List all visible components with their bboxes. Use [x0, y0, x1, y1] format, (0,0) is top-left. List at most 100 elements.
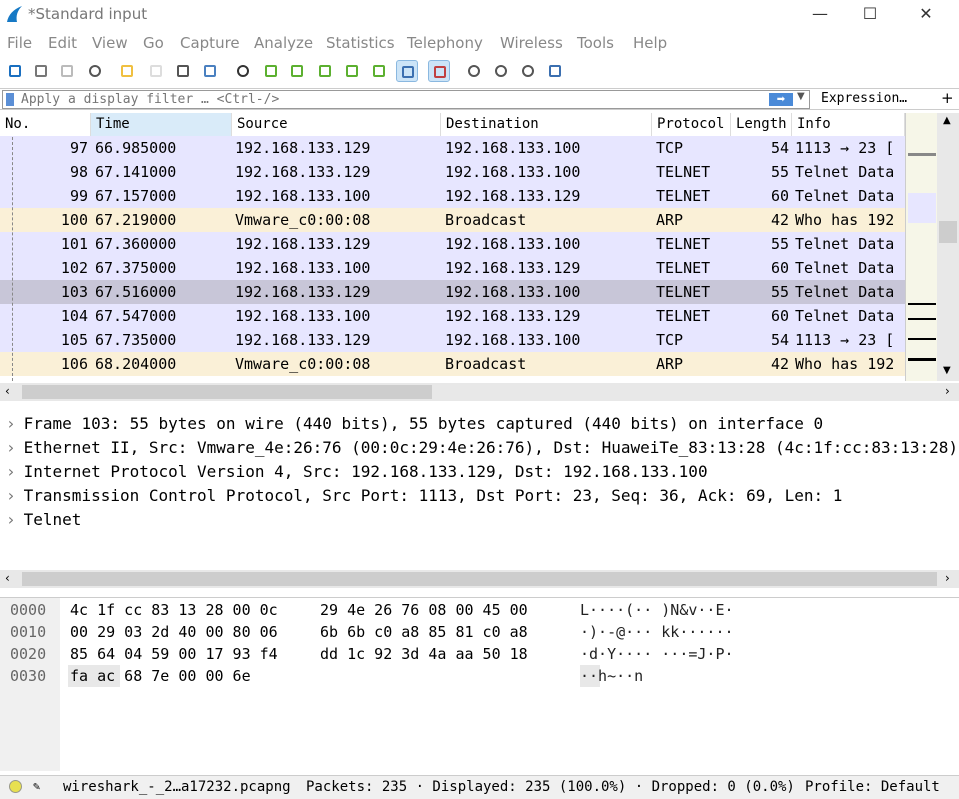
go-to-packet-icon[interactable]	[314, 60, 336, 82]
resize-columns-icon[interactable]	[544, 60, 566, 82]
column-header-protocol[interactable]: Protocol	[652, 113, 731, 136]
last-packet-icon[interactable]	[368, 60, 390, 82]
packet-row[interactable]: 101 67.360000 192.168.133.129 192.168.133.1…	[0, 232, 905, 256]
packet-time: 67.375000	[95, 259, 177, 277]
display-filter-input[interactable]	[21, 91, 761, 108]
menu-help[interactable]: Help	[633, 34, 667, 52]
scroll-down-icon[interactable]: ▼	[943, 365, 951, 376]
expand-chevron-icon[interactable]: ›	[6, 414, 16, 433]
column-header-info[interactable]: Info	[792, 113, 905, 136]
hex-bytes[interactable]: dd 1c 92 3d 4a aa 50 18	[320, 643, 528, 665]
scroll-up-icon[interactable]: ▲	[943, 115, 951, 126]
packet-dst: 192.168.133.100	[445, 283, 581, 301]
apply-filter-arrow-icon[interactable]: ➡	[769, 93, 793, 106]
vscroll-thumb[interactable]	[939, 221, 957, 243]
details-item[interactable]: › Internet Protocol Version 4, Src: 192.1…	[6, 460, 708, 484]
shark-fin-start-icon[interactable]	[4, 60, 26, 82]
details-item[interactable]: › Frame 103: 55 bytes on wire (440 bits),…	[6, 412, 823, 436]
packet-dst: 192.168.133.129	[445, 259, 581, 277]
close-file-icon[interactable]	[172, 60, 194, 82]
forward-arrow-icon[interactable]	[286, 60, 308, 82]
expert-info-icon[interactable]	[9, 780, 22, 793]
back-arrow-icon[interactable]	[260, 60, 282, 82]
capture-comment-icon[interactable]: ✎	[33, 779, 40, 793]
menu-statistics[interactable]: Statistics	[326, 34, 395, 52]
column-header-time[interactable]: Time	[91, 113, 232, 136]
hex-bytes[interactable]: fa ac 68 7e 00 00 6e	[70, 665, 251, 687]
menu-capture[interactable]: Capture	[180, 34, 240, 52]
restart-icon[interactable]	[56, 60, 78, 82]
hscroll-thumb[interactable]	[22, 385, 432, 399]
expand-chevron-icon[interactable]: ›	[6, 510, 16, 529]
hex-bytes[interactable]: 00 29 03 2d 40 00 80 06	[70, 621, 278, 643]
packet-list-vscrollbar[interactable]: ▲ ▼	[937, 113, 959, 381]
expand-chevron-icon[interactable]: ›	[6, 462, 16, 481]
packet-row[interactable]: 100 67.219000 Vmware_c0:00:08 Broadcast ARP 4…	[0, 208, 905, 232]
hex-bytes[interactable]: 6b 6b c0 a8 85 81 c0 a8	[320, 621, 528, 643]
expression-button[interactable]: Expression…	[821, 91, 907, 106]
packet-row[interactable]: 103 67.516000 192.168.133.129 192.168.133.1…	[0, 280, 905, 304]
hex-bytes[interactable]: 4c 1f cc 83 13 28 00 0c	[70, 599, 278, 621]
expand-chevron-icon[interactable]: ›	[6, 486, 16, 505]
menu-view[interactable]: View	[92, 34, 128, 52]
packet-row[interactable]: 104 67.547000 192.168.133.100 192.168.133.1…	[0, 304, 905, 328]
bookmark-icon[interactable]	[6, 93, 14, 106]
expand-chevron-icon[interactable]: ›	[6, 438, 16, 457]
packet-row[interactable]: 102 67.375000 192.168.133.100 192.168.133.1…	[0, 256, 905, 280]
file-icon[interactable]	[145, 60, 167, 82]
colorize-icon[interactable]	[428, 60, 450, 82]
menu-edit[interactable]: Edit	[48, 34, 77, 52]
options-gear-icon[interactable]	[84, 60, 106, 82]
minimize-button[interactable]: —	[797, 2, 843, 26]
menu-file[interactable]: File	[7, 34, 32, 52]
zoom-in-icon-glyph	[468, 65, 480, 77]
scroll-left-icon[interactable]: ‹	[5, 571, 10, 585]
column-header-source[interactable]: Source	[232, 113, 441, 136]
zoom-in-icon[interactable]	[463, 60, 485, 82]
menu-go[interactable]: Go	[143, 34, 164, 52]
ascii-bytes[interactable]: ··h~··n	[580, 665, 643, 687]
column-header-length[interactable]: Length	[731, 113, 792, 136]
open-folder-icon[interactable]	[116, 60, 138, 82]
packet-minimap[interactable]	[905, 113, 937, 381]
find-icon[interactable]	[232, 60, 254, 82]
reload-icon[interactable]	[199, 60, 221, 82]
ascii-bytes[interactable]: ·)·-@··· kk······	[580, 621, 734, 643]
profile-label[interactable]: Profile: Default	[805, 779, 940, 795]
first-packet-icon[interactable]	[341, 60, 363, 82]
details-item[interactable]: › Transmission Control Protocol, Src Port…	[6, 484, 842, 508]
details-hscrollbar[interactable]: ‹ ›	[0, 570, 959, 588]
packet-row[interactable]: 97 66.985000 192.168.133.129 192.168.133.10…	[0, 136, 905, 160]
packet-row[interactable]: 105 67.735000 192.168.133.129 192.168.133.1…	[0, 328, 905, 352]
autoscroll-icon[interactable]	[396, 60, 418, 82]
scroll-right-icon[interactable]: ›	[945, 571, 950, 585]
scroll-right-icon[interactable]: ›	[945, 384, 950, 398]
packet-row[interactable]: 99 67.157000 192.168.133.100 192.168.133.12…	[0, 184, 905, 208]
packet-list-hscrollbar[interactable]: ‹ ›	[0, 383, 959, 401]
zoom-out-icon[interactable]	[490, 60, 512, 82]
packet-proto: TELNET	[656, 163, 711, 181]
menu-tools[interactable]: Tools	[577, 34, 614, 52]
menu-wireless[interactable]: Wireless	[500, 34, 563, 52]
column-header-no[interactable]: No.	[0, 113, 91, 136]
scroll-left-icon[interactable]: ‹	[5, 384, 10, 398]
maximize-button[interactable]: ☐	[847, 2, 893, 26]
packet-row[interactable]: 106 68.204000 Vmware_c0:00:08 Broadcast ARP 4…	[0, 352, 905, 376]
packet-row[interactable]: 98 67.141000 192.168.133.129 192.168.133.10…	[0, 160, 905, 184]
hscroll-thumb[interactable]	[22, 572, 937, 586]
details-item[interactable]: › Ethernet II, Src: Vmware_4e:26:76 (00:0…	[6, 436, 958, 460]
hex-bytes[interactable]: 29 4e 26 76 08 00 45 00	[320, 599, 528, 621]
column-header-destination[interactable]: Destination	[441, 113, 652, 136]
menu-telephony[interactable]: Telephony	[407, 34, 483, 52]
details-item[interactable]: › Telnet	[6, 508, 81, 532]
hex-bytes[interactable]: 85 64 04 59 00 17 93 f4	[70, 643, 278, 665]
menu-analyze[interactable]: Analyze	[254, 34, 313, 52]
stop-icon[interactable]	[30, 60, 52, 82]
packet-proto: ARP	[656, 211, 684, 229]
ascii-bytes[interactable]: ·d·Y···· ···=J·P·	[580, 643, 734, 665]
close-button[interactable]: ✕	[903, 2, 949, 26]
filter-history-dropdown-icon[interactable]: ▼	[797, 91, 805, 102]
ascii-bytes[interactable]: L····(·· )N&v··E·	[580, 599, 734, 621]
add-filter-button[interactable]: +	[941, 89, 954, 107]
zoom-normal-icon[interactable]	[517, 60, 539, 82]
